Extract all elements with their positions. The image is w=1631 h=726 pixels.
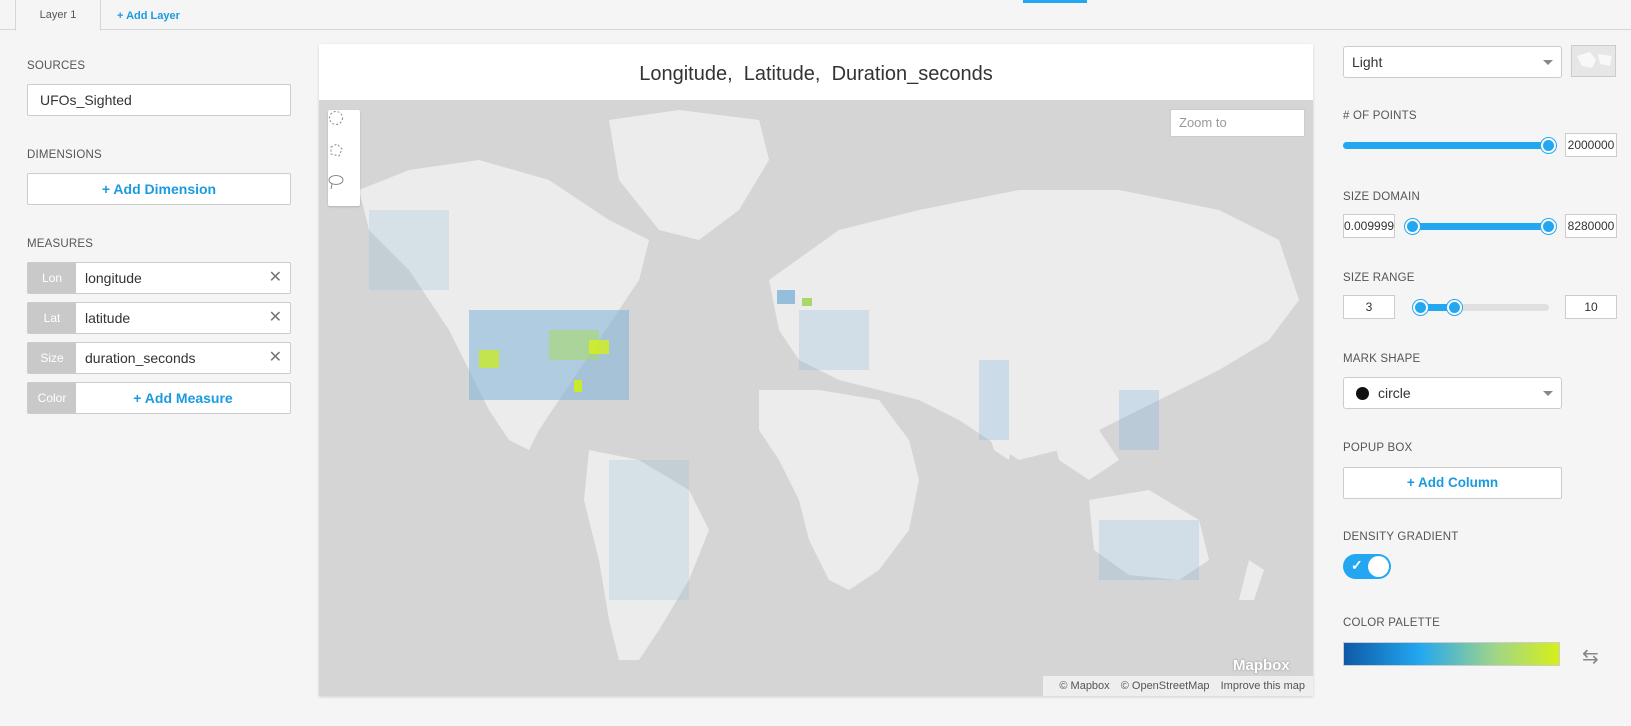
measure-value[interactable]: latitude	[85, 303, 130, 333]
points-slider-handle[interactable]	[1541, 138, 1556, 153]
map-canvas[interactable]: Zoom to Mapbox © Mapbox © OpenStreetMap …	[319, 100, 1313, 696]
add-column-button[interactable]: + Add Column	[1343, 467, 1562, 499]
color-palette-swatch[interactable]	[1343, 642, 1560, 666]
measure-value[interactable]: duration_seconds	[85, 343, 196, 373]
points-input[interactable]: 2000000	[1565, 133, 1617, 157]
add-measure-button[interactable]: + Add Measure	[76, 383, 290, 413]
points-slider-fill	[1343, 142, 1549, 149]
points-label: # OF POINTS	[1343, 110, 1417, 122]
circle-select-icon[interactable]	[328, 110, 360, 142]
mark-shape-label: MARK SHAPE	[1343, 353, 1421, 365]
size-domain-max-input[interactable]: 8280000	[1565, 214, 1617, 238]
osm-attribution-link[interactable]: © OpenStreetMap	[1121, 680, 1210, 692]
layer-tab-bar: Layer 1 + Add Layer	[0, 0, 1631, 31]
size-range-min-handle[interactable]	[1413, 300, 1428, 315]
circle-icon	[1356, 387, 1369, 400]
zoom-to-input[interactable]: Zoom to	[1170, 109, 1305, 137]
mapbox-attribution-link[interactable]: © Mapbox	[1059, 680, 1109, 692]
color-palette-label: COLOR PALETTE	[1343, 617, 1440, 629]
popup-box-label: POPUP BOX	[1343, 442, 1413, 454]
check-icon: ✓	[1351, 557, 1363, 573]
size-domain-min-handle[interactable]	[1405, 219, 1420, 234]
swap-arrows-icon[interactable]: ⇆	[1582, 644, 1599, 669]
source-select[interactable]: UFOs_Sighted	[27, 84, 291, 116]
map-chart-card: Longitude, Latitude, Duration_seconds Zo…	[319, 44, 1313, 696]
measure-value[interactable]: longitude	[85, 263, 142, 293]
chevron-down-icon	[1543, 391, 1553, 396]
measure-tag: Lon	[28, 263, 76, 293]
size-domain-fill	[1412, 223, 1549, 230]
size-domain-min-input[interactable]: 0.009999	[1343, 214, 1395, 238]
map-title: Longitude, Latitude, Duration_seconds	[639, 63, 993, 85]
close-icon[interactable]: ✕	[269, 263, 282, 293]
draw-toolbar	[328, 110, 360, 206]
measure-tag: Size	[28, 343, 76, 373]
measure-tag: Color	[28, 383, 76, 413]
map-attribution: © Mapbox © OpenStreetMap Improve this ma…	[1043, 676, 1313, 696]
map-theme-select[interactable]: Light	[1343, 46, 1562, 78]
size-range-label: SIZE RANGE	[1343, 272, 1415, 284]
density-gradient-toggle[interactable]: ✓	[1343, 554, 1391, 579]
add-dimension-button[interactable]: + Add Dimension	[27, 173, 291, 205]
polygon-select-icon[interactable]	[328, 142, 360, 174]
sources-label: SOURCES	[27, 60, 86, 72]
world-map-svg	[359, 110, 1299, 660]
density-gradient-label: DENSITY GRADIENT	[1343, 531, 1459, 543]
size-range-min-input[interactable]: 3	[1343, 295, 1395, 319]
tab-layer-1[interactable]: Layer 1	[15, 0, 101, 31]
improve-map-link[interactable]: Improve this map	[1221, 680, 1305, 692]
mapbox-logo: Mapbox	[1233, 657, 1290, 674]
measure-tag: Lat	[28, 303, 76, 333]
measures-label: MEASURES	[27, 238, 94, 250]
size-range-max-handle[interactable]	[1447, 300, 1462, 315]
measure-lon[interactable]: Lon longitude ✕	[27, 262, 291, 294]
close-icon[interactable]: ✕	[269, 303, 282, 333]
mark-shape-select[interactable]: circle	[1343, 377, 1562, 409]
dimensions-label: DIMENSIONS	[27, 149, 102, 161]
measure-color[interactable]: Color + Add Measure	[27, 382, 291, 414]
size-range-max-input[interactable]: 10	[1565, 295, 1617, 319]
map-theme-thumbnail	[1571, 45, 1616, 77]
close-icon[interactable]: ✕	[269, 343, 282, 373]
lasso-select-icon[interactable]	[328, 174, 360, 206]
add-layer-button[interactable]: + Add Layer	[117, 0, 180, 30]
mark-shape-value: circle	[1378, 385, 1411, 401]
map-theme-value: Light	[1352, 54, 1383, 70]
active-indicator	[1023, 0, 1087, 3]
size-domain-label: SIZE DOMAIN	[1343, 191, 1420, 203]
size-domain-max-handle[interactable]	[1541, 219, 1556, 234]
measure-lat[interactable]: Lat latitude ✕	[27, 302, 291, 334]
measure-size[interactable]: Size duration_seconds ✕	[27, 342, 291, 374]
chevron-down-icon	[1543, 60, 1553, 65]
toggle-knob	[1368, 556, 1389, 577]
